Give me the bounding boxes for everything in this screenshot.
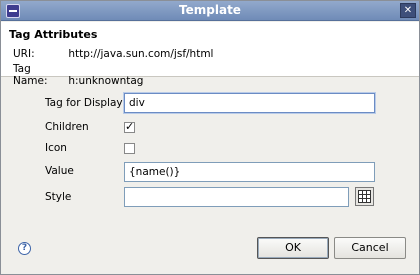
template-dialog: Template ✕ Tag Attributes URI: http://ja…	[0, 0, 420, 275]
style-label: Style	[45, 191, 72, 203]
tag-name-value: h:unknowntag	[68, 75, 144, 87]
style-picker-button[interactable]	[355, 187, 374, 206]
value-input[interactable]	[124, 162, 375, 182]
children-label: Children	[45, 121, 89, 133]
title-bar[interactable]: Template ✕	[1, 1, 419, 21]
value-label: Value	[45, 165, 74, 177]
close-button[interactable]: ✕	[400, 3, 416, 18]
help-icon[interactable]: ?	[18, 242, 31, 255]
tag-name-label: Tag Name:	[13, 63, 48, 87]
close-icon: ✕	[403, 5, 413, 16]
ok-button[interactable]: OK	[257, 237, 329, 259]
uri-label: URI:	[13, 48, 35, 60]
tag-name-row: Tag Name: h:unknowntag	[13, 63, 143, 87]
uri-row: URI: http://java.sun.com/jsf/html	[13, 48, 213, 60]
icon-checkbox[interactable]	[124, 143, 135, 154]
window-title: Template	[179, 3, 241, 17]
cancel-button[interactable]: Cancel	[334, 237, 406, 259]
style-input[interactable]	[124, 187, 349, 207]
grid-icon	[358, 190, 371, 203]
tag-for-display-label: Tag for Display	[45, 97, 123, 109]
icon-label: Icon	[45, 142, 67, 154]
children-checkbox[interactable]	[124, 120, 135, 133]
header-title: Tag Attributes	[9, 28, 98, 41]
uri-value: http://java.sun.com/jsf/html	[68, 48, 214, 60]
header-panel: Tag Attributes URI: http://java.sun.com/…	[1, 22, 419, 87]
tag-for-display-input[interactable]	[124, 93, 375, 113]
